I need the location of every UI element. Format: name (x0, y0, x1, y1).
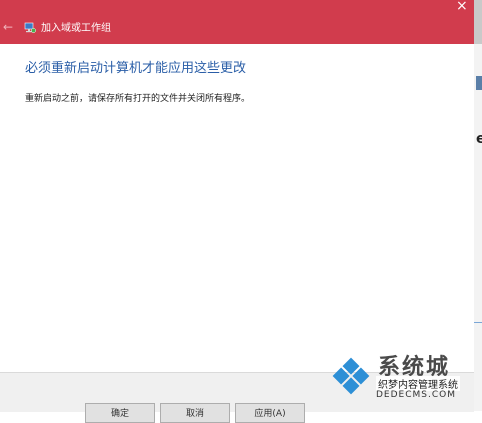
restart-message: 重新启动之前，请保存所有打开的文件并关闭所有程序。 (25, 94, 251, 104)
background-icon (476, 76, 482, 90)
close-icon[interactable]: × (456, 0, 468, 13)
ok-button[interactable]: 确定 (85, 403, 155, 423)
back-arrow-icon[interactable]: ← (3, 21, 13, 33)
window-title: 加入域或工作组 (41, 23, 111, 34)
title-bar: ← 加入域或工作组 × (0, 0, 474, 44)
apply-button[interactable]: 应用(A) (235, 403, 305, 423)
restart-heading: 必须重新启动计算机才能应用这些更改 (25, 61, 247, 76)
background-letter: e (476, 131, 482, 147)
watermark-site-cn: 织梦内容管理系统 (376, 376, 460, 391)
watermark: 系统城 织梦内容管理系统 DEDECMS.COM (322, 349, 477, 409)
computer-network-icon (24, 22, 36, 33)
background-divider (474, 322, 482, 323)
watermark-url: DEDECMS.COM (376, 390, 456, 400)
cancel-button[interactable]: 取消 (160, 403, 230, 423)
windows-logo-icon (332, 357, 370, 395)
